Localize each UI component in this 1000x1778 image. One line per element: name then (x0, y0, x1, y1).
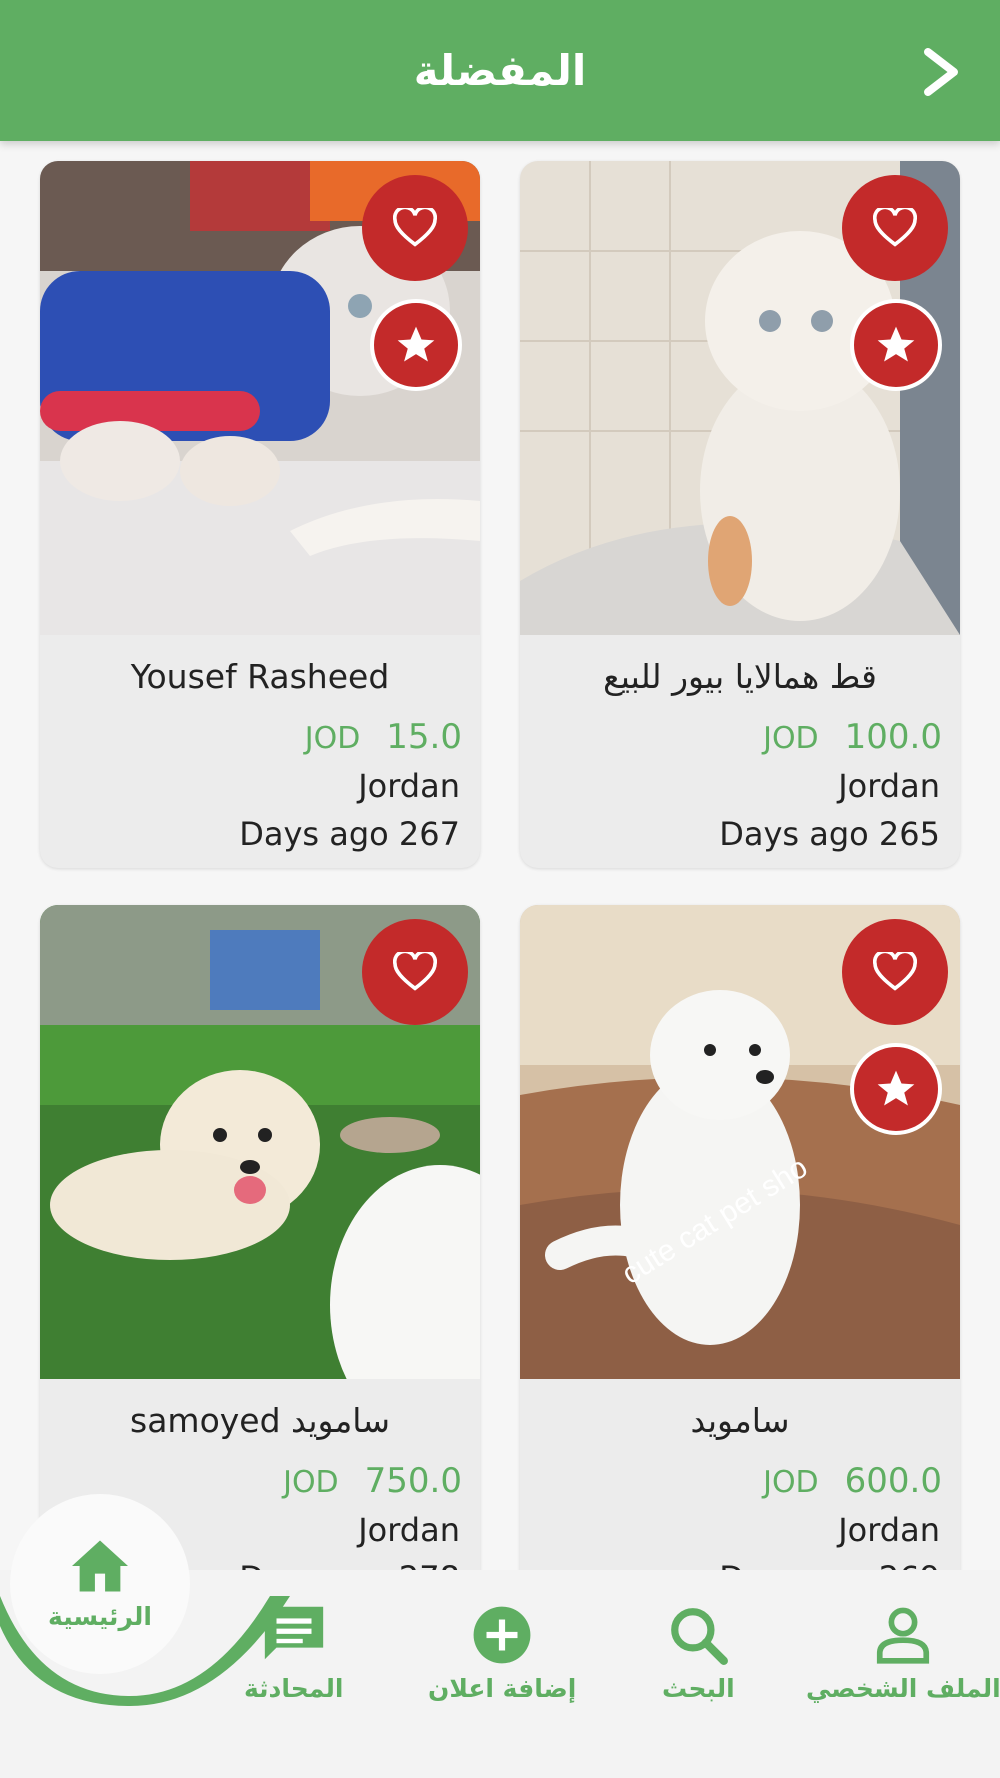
person-icon (877, 1607, 930, 1664)
days-ago-label: Days ago 267 (239, 815, 460, 853)
heart-icon (393, 208, 437, 247)
days-ago-label: Days ago 265 (719, 815, 940, 853)
search-icon (671, 1608, 729, 1665)
heart-icon (393, 952, 437, 991)
app-header: المفضلة (0, 0, 1000, 141)
currency-label: JOD (763, 1465, 819, 1500)
featured-badge (850, 299, 942, 391)
heart-icon (873, 208, 917, 247)
country-label: Jordan (358, 767, 460, 805)
page-title: المفضلة (413, 46, 587, 95)
nav-profile-label: الملف الشخصي (806, 1674, 1000, 1703)
nav-add-label: إضافة اعلان (428, 1674, 577, 1703)
country-label: Jordan (838, 1511, 940, 1549)
listing-card[interactable]: Yousef Rasheed JOD 15.0 Jordan Days ago … (40, 161, 480, 868)
nav-add-listing[interactable]: إضافة اعلان (428, 1604, 576, 1703)
listing-card[interactable]: cute cat pet sho ساموید JOD 600.0 Jordan… (520, 905, 960, 1612)
nav-home-label: الرئيسية (48, 1602, 152, 1631)
nav-home[interactable]: الرئيسية (10, 1494, 190, 1674)
nav-search[interactable]: البحث (662, 1604, 735, 1703)
chevron-right-icon (924, 48, 958, 96)
favorite-button[interactable] (842, 175, 948, 281)
listing-card[interactable]: قط همالايا بيور للبيع JOD 100.0 Jordan D… (520, 161, 960, 868)
featured-badge (370, 299, 462, 391)
star-icon (877, 326, 915, 362)
featured-badge (850, 1043, 942, 1135)
star-icon (877, 1070, 915, 1106)
star-icon (397, 326, 435, 362)
back-button[interactable] (914, 42, 970, 102)
add-circle-icon (473, 1606, 531, 1664)
listing-title: ساموید (690, 1401, 790, 1440)
country-label: Jordan (358, 1511, 460, 1549)
favorite-button[interactable] (842, 919, 948, 1025)
price-value: 600.0 (844, 1461, 942, 1501)
price-value: 15.0 (386, 717, 462, 757)
listing-title: samoyed ساموید (130, 1401, 390, 1440)
nav-search-label: البحث (662, 1674, 735, 1703)
favorite-button[interactable] (362, 919, 468, 1025)
price-value: 750.0 (364, 1461, 462, 1501)
currency-label: JOD (304, 721, 361, 756)
country-label: Jordan (838, 767, 940, 805)
nav-profile[interactable]: الملف الشخصي (806, 1604, 1000, 1703)
currency-label: JOD (283, 1465, 339, 1500)
price-value: 100.0 (844, 717, 942, 757)
listing-title: Yousef Rasheed (130, 657, 390, 696)
listing-title: قط همالايا بيور للبيع (603, 657, 877, 696)
heart-icon (873, 952, 917, 991)
favorite-button[interactable] (362, 175, 468, 281)
currency-label: JOD (763, 721, 819, 756)
home-icon (72, 1540, 128, 1592)
